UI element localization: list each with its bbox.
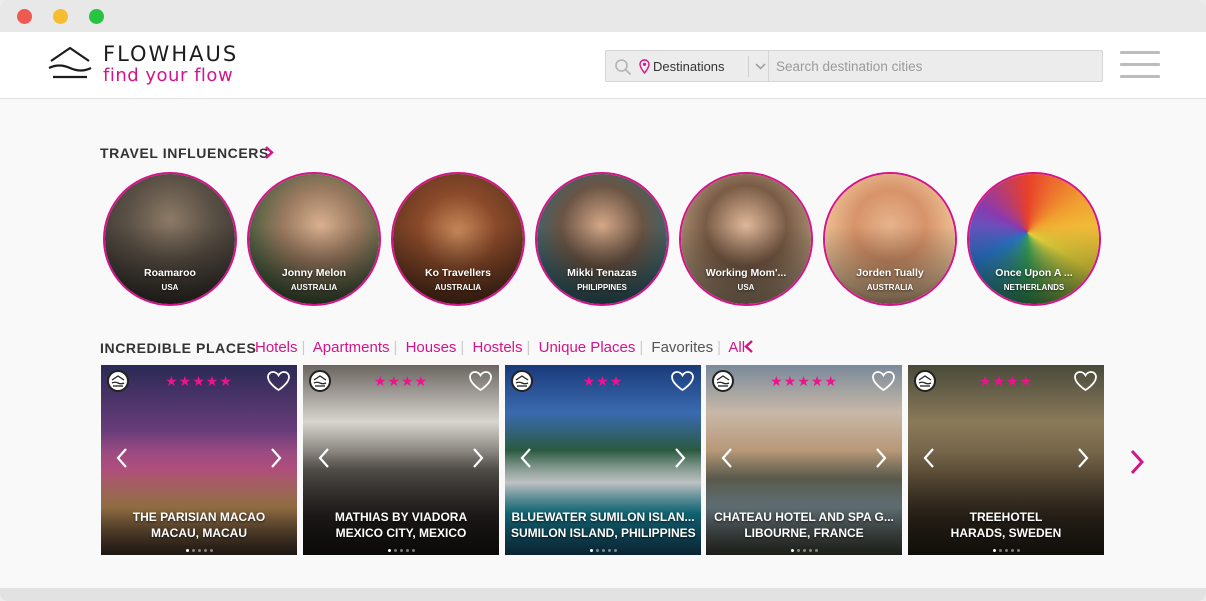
chevron-right-icon[interactable]: [1076, 447, 1090, 469]
star-rating: ★★★★★: [165, 373, 233, 389]
carousel-dots[interactable]: [303, 546, 499, 552]
influencer-card[interactable]: Ko Travellers AUSTRALIA: [391, 172, 525, 306]
filter-apartments[interactable]: Apartments: [313, 339, 390, 356]
flowhaus-badge-icon: [309, 370, 331, 392]
place-card[interactable]: ★★★★ MATHIAS BY VIADORA MEXICO CITY, MEX…: [303, 365, 499, 555]
search-divider: [768, 51, 769, 81]
places-section-title: INCREDIBLE PLACES: [100, 340, 257, 356]
heart-icon[interactable]: [266, 370, 291, 392]
heart-icon[interactable]: [871, 370, 896, 392]
dropdown-separator: [748, 56, 749, 77]
close-window-button[interactable]: [17, 9, 32, 24]
filter-all[interactable]: All: [728, 339, 745, 356]
star-rating: ★★★: [582, 373, 624, 389]
carousel-dots[interactable]: [908, 546, 1104, 552]
browser-window: FLOWHAUS find your flow Destinations Sea…: [0, 0, 1206, 601]
place-card[interactable]: ★★★ BLUEWATER SUMILON ISLAN... SUMILON I…: [505, 365, 701, 555]
chevron-right-icon[interactable]: [471, 447, 485, 469]
place-location: HARADS, SWEDEN: [950, 526, 1062, 540]
place-location: SUMILON ISLAND, PHILIPPINES: [511, 526, 696, 540]
influencer-card[interactable]: Mikki Tenazas PHILIPPINES: [535, 172, 669, 306]
chevron-right-icon[interactable]: [1130, 449, 1144, 475]
place-title: THE PARISIAN MACAO: [132, 510, 266, 524]
place-title: MATHIAS BY VIADORA: [334, 510, 468, 524]
place-card[interactable]: ★★★★ TREEHOTEL HARADS, SWEDEN: [908, 365, 1104, 555]
chevron-right-icon[interactable]: [264, 145, 274, 160]
place-title: BLUEWATER SUMILON ISLAN...: [511, 510, 695, 524]
influencer-country: AUSTRALIA: [434, 283, 482, 292]
filter-hotels[interactable]: Hotels: [255, 339, 298, 356]
carousel-dots[interactable]: [706, 546, 902, 552]
influencer-country: USA: [737, 283, 755, 292]
heart-icon[interactable]: [468, 370, 493, 392]
star-rating: ★★★★: [373, 373, 429, 389]
chevron-left-icon[interactable]: [115, 447, 129, 469]
place-title: CHATEAU HOTEL AND SPA G...: [714, 510, 894, 524]
chevron-left-icon[interactable]: [720, 447, 734, 469]
window-titlebar: [0, 0, 1206, 32]
chevron-right-icon[interactable]: [673, 447, 687, 469]
location-pin-icon: [639, 59, 650, 74]
flowhaus-badge-icon: [107, 370, 129, 392]
flowhaus-badge-icon: [511, 370, 533, 392]
influencer-card[interactable]: Roamaroo USA: [103, 172, 237, 306]
carousel-dots[interactable]: [101, 546, 297, 552]
influencer-card[interactable]: Working Mom'... USA: [679, 172, 813, 306]
influencer-name: Ko Travellers: [425, 267, 491, 279]
destinations-dropdown[interactable]: Destinations: [653, 59, 725, 74]
place-location: MACAU, MACAU: [151, 526, 247, 540]
site-header: FLOWHAUS find your flow Destinations: [0, 32, 1206, 99]
heart-icon[interactable]: [670, 370, 695, 392]
search-bar: Destinations: [605, 50, 1103, 82]
influencer-name: Jorden Tually: [856, 267, 924, 279]
search-input[interactable]: [776, 55, 1096, 77]
minimize-window-button[interactable]: [53, 9, 68, 24]
influencer-name: Working Mom'...: [705, 267, 787, 279]
star-rating: ★★★★: [978, 373, 1034, 389]
chevron-right-icon[interactable]: [874, 447, 888, 469]
influencer-country: USA: [161, 283, 179, 292]
brand-name[interactable]: FLOWHAUS: [103, 42, 238, 66]
influencer-name: Jonny Melon: [281, 267, 347, 279]
footer-strip: [0, 588, 1206, 601]
chevron-left-icon[interactable]: [317, 447, 331, 469]
place-title: TREEHOTEL: [969, 510, 1043, 524]
maximize-window-button[interactable]: [89, 9, 104, 24]
influencer-country: AUSTRALIA: [290, 283, 338, 292]
influencer-country: NETHERLANDS: [1003, 283, 1065, 292]
chevron-left-icon[interactable]: [922, 447, 936, 469]
search-icon[interactable]: [614, 58, 632, 76]
place-card[interactable]: ★★★★★ THE PARISIAN MACAO MACAU, MACAU: [101, 365, 297, 555]
filter-favorites[interactable]: Favorites: [651, 339, 713, 356]
brand-tagline: find your flow: [103, 65, 234, 86]
place-filters: Hotels | Apartments | Houses | Hostels | Uni…: [255, 339, 746, 356]
place-location: MEXICO CITY, MEXICO: [335, 526, 467, 540]
influencer-card[interactable]: Once Upon A ... NETHERLANDS: [967, 172, 1101, 306]
chevron-left-icon[interactable]: [744, 339, 754, 354]
filter-unique-places[interactable]: Unique Places: [539, 339, 636, 356]
influencer-country: AUSTRALIA: [866, 283, 914, 292]
filter-hostels[interactable]: Hostels: [473, 339, 523, 356]
chevron-right-icon[interactable]: [269, 447, 283, 469]
flowhaus-logo-icon[interactable]: [47, 44, 93, 82]
influencer-name: Mikki Tenazas: [567, 267, 637, 279]
influencer-name: Roamaroo: [144, 267, 196, 279]
influencer-card[interactable]: Jonny Melon AUSTRALIA: [247, 172, 381, 306]
chevron-left-icon[interactable]: [519, 447, 533, 469]
filter-houses[interactable]: Houses: [406, 339, 457, 356]
influencer-card[interactable]: Jorden Tually AUSTRALIA: [823, 172, 957, 306]
flowhaus-badge-icon: [914, 370, 936, 392]
influencer-country: PHILIPPINES: [577, 283, 627, 292]
place-card[interactable]: ★★★★★ CHATEAU HOTEL AND SPA G... LIBOURN…: [706, 365, 902, 555]
flowhaus-badge-icon: [712, 370, 734, 392]
heart-icon[interactable]: [1073, 370, 1098, 392]
carousel-dots[interactable]: [505, 546, 701, 552]
influencers-section-title[interactable]: TRAVEL INFLUENCERS: [100, 145, 269, 161]
place-location: LIBOURNE, FRANCE: [744, 526, 864, 540]
influencer-name: Once Upon A ...: [995, 267, 1073, 279]
star-rating: ★★★★★: [770, 373, 838, 389]
hamburger-icon[interactable]: [1120, 50, 1160, 80]
chevron-down-icon[interactable]: [754, 59, 767, 73]
